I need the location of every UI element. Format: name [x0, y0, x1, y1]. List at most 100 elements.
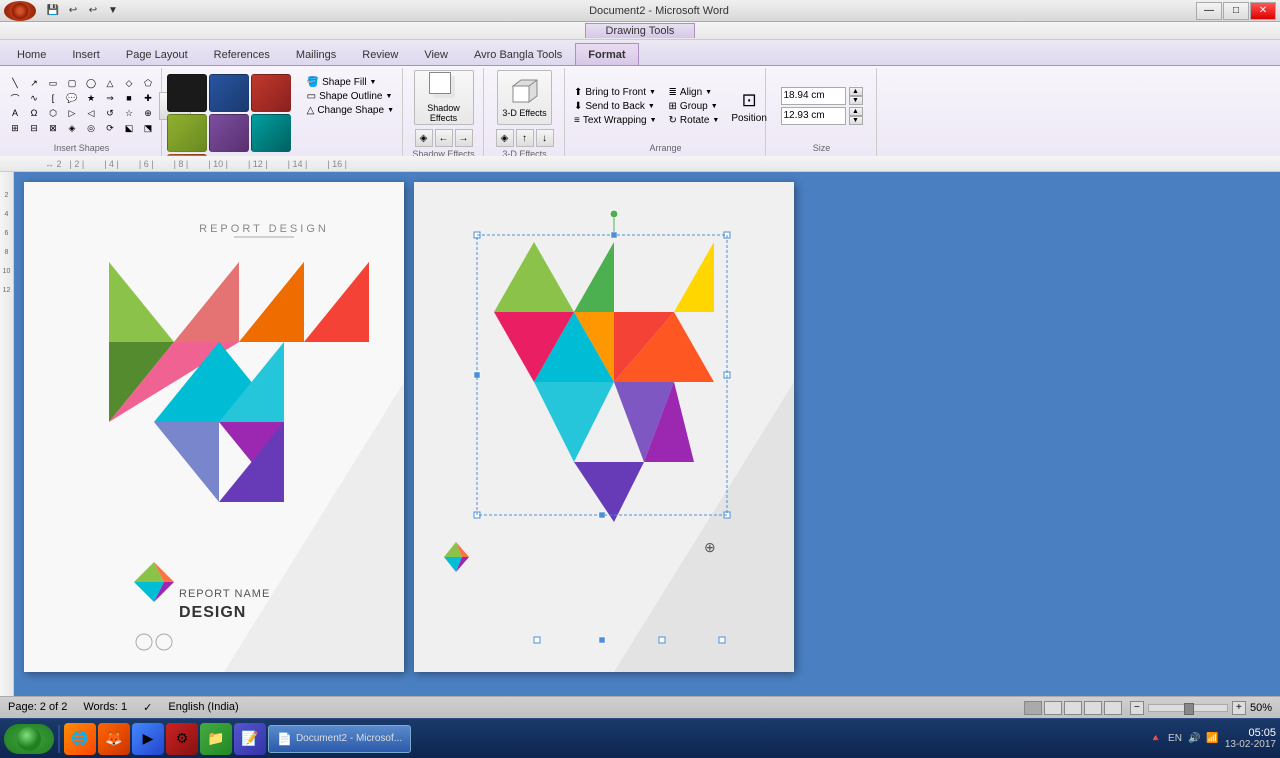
- shape-sm1[interactable]: ⬡: [44, 106, 62, 120]
- shape-sm7[interactable]: ⊞: [6, 121, 24, 135]
- shape-rect[interactable]: ▭: [44, 76, 62, 90]
- full-screen-btn[interactable]: [1044, 701, 1062, 715]
- outline-view-btn[interactable]: [1084, 701, 1102, 715]
- shape-pentagon[interactable]: ⬠: [139, 76, 157, 90]
- start-button[interactable]: [4, 724, 54, 754]
- tab-avro[interactable]: Avro Bangla Tools: [461, 43, 575, 65]
- shape-rounded-rect[interactable]: ▢: [63, 76, 81, 90]
- shape-sm9[interactable]: ⊠: [44, 121, 62, 135]
- taskbar-media-icon[interactable]: ▶: [132, 723, 164, 755]
- shape-sm8[interactable]: ⊟: [25, 121, 43, 135]
- shape-circle[interactable]: ◯: [82, 76, 100, 90]
- taskbar-app1-icon[interactable]: ⚙: [166, 723, 198, 755]
- close-button[interactable]: ✕: [1250, 2, 1276, 20]
- shape-freeform[interactable]: ∿: [25, 91, 43, 105]
- tab-home[interactable]: Home: [4, 43, 59, 65]
- change-shape-btn[interactable]: △ Change Shape ▼: [303, 104, 398, 117]
- tab-format[interactable]: Format: [575, 43, 638, 65]
- height-input[interactable]: [781, 107, 846, 125]
- undo-qat-btn[interactable]: ↩: [64, 2, 82, 20]
- align-btn[interactable]: ≣ Align ▼: [665, 86, 724, 99]
- shape-curved[interactable]: ⌒: [6, 91, 24, 105]
- group-btn[interactable]: ⊞ Group ▼: [665, 100, 724, 113]
- shape-diamond[interactable]: ◇: [120, 76, 138, 90]
- shape-arrow2[interactable]: ⇒: [101, 91, 119, 105]
- shape-text[interactable]: A: [6, 106, 24, 120]
- shape-line[interactable]: ╲: [6, 76, 24, 90]
- taskbar-ff-icon[interactable]: 🦊: [98, 723, 130, 755]
- more-qat-btn[interactable]: ▼: [104, 2, 122, 20]
- height-spin-up[interactable]: ▲: [849, 107, 863, 116]
- threed-tilt-down[interactable]: ↓: [536, 129, 554, 147]
- threed-tilt-up[interactable]: ↑: [516, 129, 534, 147]
- shape-styles-group: 🪣 Shape Fill ▼ ▭ Shape Outline ▼ △ Chang…: [163, 68, 403, 156]
- shape-triangle[interactable]: △: [101, 76, 119, 90]
- height-spin-down[interactable]: ▼: [849, 116, 863, 125]
- threed-color-btn[interactable]: ◈: [496, 129, 514, 147]
- office-button[interactable]: [4, 1, 36, 21]
- zoom-in-btn[interactable]: +: [1232, 701, 1246, 715]
- shape-outline-btn[interactable]: ▭ Shape Outline ▼: [303, 90, 398, 103]
- web-layout-btn[interactable]: [1064, 701, 1082, 715]
- maximize-button[interactable]: □: [1223, 2, 1249, 20]
- shape-bracket[interactable]: [: [44, 91, 62, 105]
- shape-cross[interactable]: ✚: [139, 91, 157, 105]
- text-wrapping-btn[interactable]: ≡ Text Wrapping ▼: [570, 114, 661, 127]
- tab-insert[interactable]: Insert: [59, 43, 113, 65]
- shadow-effects-btn[interactable]: Shadow Effects: [414, 70, 474, 125]
- size-content: ▲ ▼ ▲ ▼: [771, 70, 872, 141]
- shadow-nudge-right[interactable]: →: [455, 129, 473, 147]
- minimize-button[interactable]: —: [1196, 2, 1222, 20]
- width-spin-up[interactable]: ▲: [849, 87, 863, 96]
- zoom-slider[interactable]: [1148, 704, 1228, 712]
- shape-sm5[interactable]: ☆: [120, 106, 138, 120]
- position-btn[interactable]: ⊡ Position: [727, 89, 771, 125]
- tab-references[interactable]: References: [201, 43, 283, 65]
- swatch-blue[interactable]: [209, 74, 249, 112]
- swatch-green[interactable]: [167, 114, 207, 152]
- shape-fill-btn[interactable]: 🪣 Shape Fill ▼: [303, 76, 398, 89]
- tab-page-layout[interactable]: Page Layout: [113, 43, 201, 65]
- swatch-teal[interactable]: [251, 114, 291, 152]
- system-tray: 🔺 EN 🔊 📶 05:05 13-02-2017: [1150, 727, 1276, 750]
- shape-star[interactable]: ★: [82, 91, 100, 105]
- shape-sm12[interactable]: ⟳: [101, 121, 119, 135]
- shape-sm13[interactable]: ⬕: [120, 121, 138, 135]
- shape-sm2[interactable]: ▷: [63, 106, 81, 120]
- save-qat-btn[interactable]: 💾: [44, 2, 62, 20]
- shape-wordart[interactable]: Ω: [25, 106, 43, 120]
- zoom-control: − + 50%: [1130, 701, 1272, 715]
- language-status: English (India): [168, 701, 238, 714]
- bring-to-front-btn[interactable]: ⬆ Bring to Front ▼: [570, 86, 661, 99]
- shape-callout[interactable]: 💬: [63, 91, 81, 105]
- shape-sm14[interactable]: ⬔: [139, 121, 157, 135]
- print-layout-btn[interactable]: [1024, 701, 1042, 715]
- swatch-red[interactable]: [251, 74, 291, 112]
- shadow-nudge-left[interactable]: ←: [435, 129, 453, 147]
- shape-sm10[interactable]: ◈: [63, 121, 81, 135]
- taskbar-word-item[interactable]: 📄 Document2 - Microsof...: [268, 725, 411, 753]
- tab-view[interactable]: View: [411, 43, 461, 65]
- rotate-btn[interactable]: ↻ Rotate ▼: [665, 114, 724, 127]
- zoom-out-btn[interactable]: −: [1130, 701, 1144, 715]
- shape-sm11[interactable]: ◎: [82, 121, 100, 135]
- swatch-purple[interactable]: [209, 114, 249, 152]
- width-input[interactable]: [781, 87, 846, 105]
- swatch-black[interactable]: [167, 74, 207, 112]
- send-to-back-btn[interactable]: ⬇ Send to Back ▼: [570, 100, 661, 113]
- taskbar-app2-icon[interactable]: 📝: [234, 723, 266, 755]
- shape-sm3[interactable]: ◁: [82, 106, 100, 120]
- threed-btn[interactable]: 3-D Effects: [497, 70, 552, 125]
- shape-block[interactable]: ■: [120, 91, 138, 105]
- taskbar-files-icon[interactable]: 📁: [200, 723, 232, 755]
- taskbar-ie-icon[interactable]: 🌐: [64, 723, 96, 755]
- shape-sm4[interactable]: ↺: [101, 106, 119, 120]
- shadow-color-btn[interactable]: ◈: [415, 129, 433, 147]
- tab-review[interactable]: Review: [349, 43, 411, 65]
- width-spin-down[interactable]: ▼: [849, 96, 863, 105]
- redo-qat-btn[interactable]: ↩: [84, 2, 102, 20]
- tab-mailings[interactable]: Mailings: [283, 43, 349, 65]
- shape-arrow[interactable]: ↗: [25, 76, 43, 90]
- shape-sm6[interactable]: ⊕: [139, 106, 157, 120]
- draft-btn[interactable]: [1104, 701, 1122, 715]
